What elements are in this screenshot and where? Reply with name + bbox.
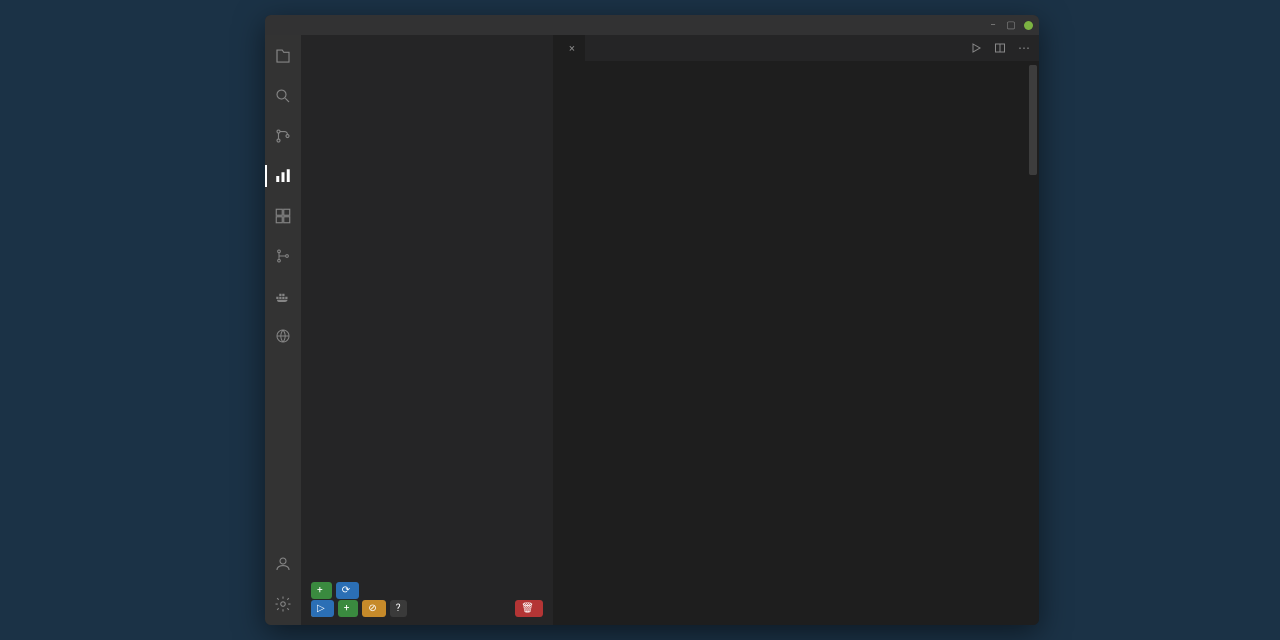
explorer-icon[interactable] <box>272 45 294 67</box>
help-button[interactable]: ? <box>390 600 407 617</box>
code-area[interactable] <box>553 61 1039 625</box>
sidebar-cph: + ⟳ ▷ + ⊘ ? 🗑 <box>301 35 553 625</box>
vscode-window: − ▢ + ⟳ <box>265 15 1039 625</box>
gear-icon[interactable] <box>272 593 294 615</box>
stop-button[interactable]: ⊘ <box>362 600 385 617</box>
maximize-icon[interactable]: ▢ <box>1006 20 1016 30</box>
window-controls: − ▢ <box>988 20 1033 30</box>
activity-bar <box>265 35 301 625</box>
minimize-icon[interactable]: − <box>988 20 998 30</box>
run-all-button[interactable]: ▷ <box>311 600 334 617</box>
cph-judge-icon[interactable] <box>272 165 294 187</box>
editor: × ⋯ <box>553 35 1039 625</box>
titlebar: − ▢ <box>265 15 1039 35</box>
panel-title <box>301 35 553 45</box>
extensions-icon[interactable] <box>272 205 294 227</box>
tab-bar: × ⋯ <box>553 35 1039 61</box>
problem-title <box>301 45 553 61</box>
search-icon[interactable] <box>272 85 294 107</box>
code-lines[interactable] <box>593 61 1039 625</box>
split-editor-icon[interactable] <box>993 41 1007 55</box>
accounts-icon[interactable] <box>272 553 294 575</box>
line-gutter <box>553 61 593 625</box>
remote-icon[interactable] <box>272 325 294 347</box>
docker-icon[interactable] <box>272 285 294 307</box>
testcase-list <box>301 61 553 574</box>
tab-active[interactable]: × <box>553 35 585 61</box>
source-control-icon[interactable] <box>272 125 294 147</box>
more-icon[interactable]: ⋯ <box>1017 41 1031 55</box>
run-icon[interactable] <box>969 41 983 55</box>
new-testcase-button[interactable]: + <box>311 582 332 599</box>
git-graph-icon[interactable] <box>272 245 294 267</box>
tab-close-icon[interactable]: × <box>569 42 575 55</box>
close-icon[interactable] <box>1024 21 1033 30</box>
submit-codeforces-button[interactable]: ⟳ <box>336 582 359 599</box>
vertical-scrollbar[interactable] <box>1029 65 1037 175</box>
new-button[interactable]: + <box>338 600 359 617</box>
delete-button[interactable]: 🗑 <box>515 600 543 617</box>
